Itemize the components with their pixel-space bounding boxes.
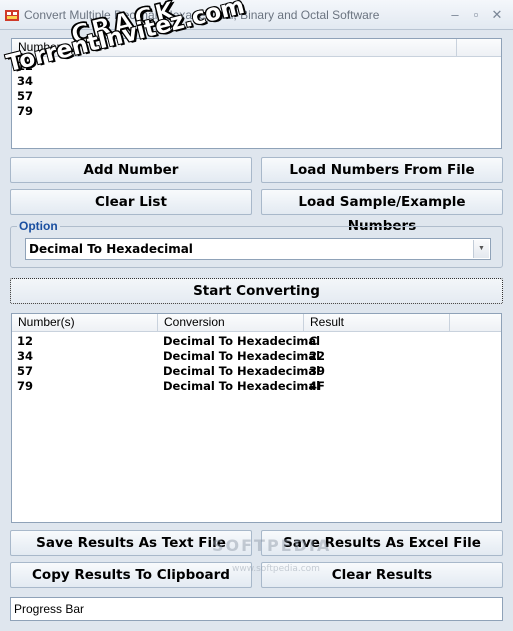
conversion-type-value: Decimal To Hexadecimal — [29, 242, 193, 256]
save-results-text-button[interactable]: Save Results As Text File — [10, 530, 252, 556]
option-group: Option Decimal To Hexadecimal ▼ — [10, 219, 503, 268]
window-title: Convert Multiple Decimal, Hexadecimal, B… — [24, 8, 380, 22]
table-row[interactable]: 12 Decimal To Hexadecimal C — [12, 334, 501, 349]
number-list-header: Number — [12, 39, 501, 57]
start-converting-button[interactable]: Start Converting — [10, 278, 503, 304]
progress-bar: Progress Bar — [10, 597, 503, 621]
list-item[interactable]: 12 — [12, 59, 501, 74]
table-row[interactable]: 79 Decimal To Hexadecimal 4F — [12, 379, 501, 394]
number-input-list[interactable]: Number 12 34 57 79 — [11, 38, 502, 149]
title-bar[interactable]: Convert Multiple Decimal, Hexadecimal, B… — [0, 0, 513, 30]
number-column-header[interactable]: Number — [12, 39, 457, 57]
list-item[interactable]: 34 — [12, 74, 501, 89]
minimize-button[interactable]: – — [446, 6, 464, 24]
clear-list-button[interactable]: Clear List — [10, 189, 252, 215]
add-number-button[interactable]: Add Number — [10, 157, 252, 183]
results-column-result[interactable]: Result — [304, 314, 450, 332]
option-legend: Option — [17, 219, 60, 233]
clear-results-button[interactable]: Clear Results — [261, 562, 503, 588]
load-numbers-from-file-button[interactable]: Load Numbers From File — [261, 157, 503, 183]
results-column-numbers[interactable]: Number(s) — [12, 314, 158, 332]
chevron-down-icon[interactable]: ▼ — [473, 240, 489, 258]
close-button[interactable]: ✕ — [488, 6, 506, 24]
results-column-conversion[interactable]: Conversion — [158, 314, 304, 332]
table-row[interactable]: 34 Decimal To Hexadecimal 22 — [12, 349, 501, 364]
conversion-type-select[interactable]: Decimal To Hexadecimal ▼ — [25, 238, 491, 260]
results-list[interactable]: Number(s) Conversion Result 12 Decimal T… — [11, 313, 502, 523]
progress-bar-label: Progress Bar — [14, 602, 85, 616]
app-icon — [5, 10, 19, 21]
list-item[interactable]: 57 — [12, 89, 501, 104]
copy-results-clipboard-button[interactable]: Copy Results To Clipboard — [10, 562, 252, 588]
results-header: Number(s) Conversion Result — [12, 314, 501, 332]
table-row[interactable]: 57 Decimal To Hexadecimal 39 — [12, 364, 501, 379]
maximize-button[interactable]: ▫ — [467, 6, 485, 24]
save-results-excel-button[interactable]: Save Results As Excel File — [261, 530, 503, 556]
load-sample-numbers-button[interactable]: Load Sample/Example Numbers — [261, 189, 503, 234]
list-item[interactable]: 79 — [12, 104, 501, 119]
